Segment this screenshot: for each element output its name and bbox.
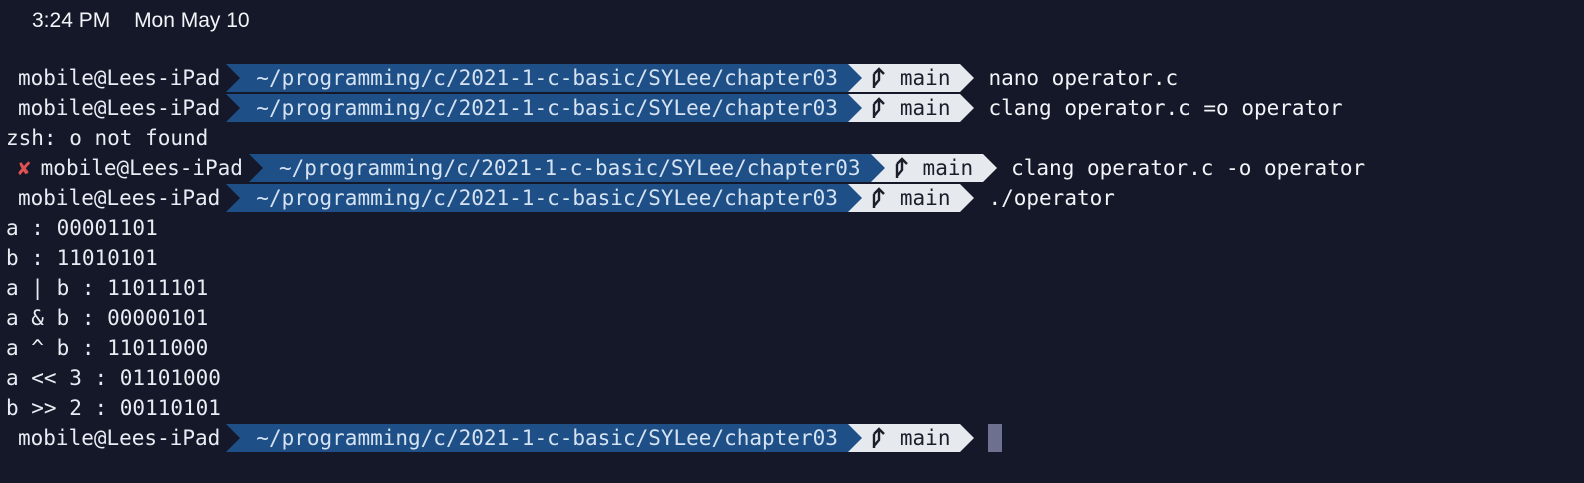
prompt-path: ~/programming/c/2021-1-c-basic/SYLee/cha… [240, 184, 848, 212]
git-branch-icon [872, 67, 885, 88]
prompt-context: mobile@Lees-iPad [0, 64, 227, 92]
git-branch-name: main [899, 66, 951, 90]
prompt-context: mobile@Lees-iPad [0, 424, 227, 452]
prompt-git: main [861, 64, 961, 92]
output-line: zsh: o not found [6, 126, 209, 150]
prompt-separator [226, 64, 241, 92]
prompt-separator [226, 424, 241, 452]
git-branch-name: main [899, 426, 951, 450]
command-text: nano operator.c [988, 66, 1179, 90]
prompt-separator [847, 184, 862, 212]
status-bar: 3:24 PM Mon May 10 [32, 9, 268, 37]
prompt-git: main [861, 94, 961, 122]
prompt-line-active: mobile@Lees-iPad ~/programming/c/2021-1-… [0, 423, 1584, 453]
prompt-path: ~/programming/c/2021-1-c-basic/SYLee/cha… [262, 154, 871, 182]
prompt-path: ~/programming/c/2021-1-c-basic/SYLee/cha… [240, 64, 848, 92]
output-line: a & b : 00000101 [6, 306, 209, 330]
prompt-line: mobile@Lees-iPad ~/programming/c/2021-1-… [0, 93, 1584, 123]
command-text: ./operator [988, 186, 1115, 210]
error-cross-icon: ✘ [18, 156, 31, 180]
output-line: b : 11010101 [6, 246, 158, 270]
prompt-line: mobile@Lees-iPad ~/programming/c/2021-1-… [0, 183, 1584, 213]
prompt-separator [960, 424, 975, 452]
prompt-line: mobile@Lees-iPad ~/programming/c/2021-1-… [0, 63, 1584, 93]
prompt-separator [847, 64, 862, 92]
output-line: a ^ b : 11011000 [6, 336, 209, 360]
command-text: clang operator.c =o operator [988, 96, 1343, 120]
status-time: 3:24 PM [32, 9, 111, 32]
terminal-window[interactable]: mobile@Lees-iPad ~/programming/c/2021-1-… [0, 63, 1584, 453]
prompt-git: main [861, 424, 961, 452]
git-branch-icon [872, 187, 885, 208]
git-branch-icon [872, 427, 885, 448]
command-text: clang operator.c -o operator [1011, 156, 1366, 180]
prompt-git: main [861, 184, 961, 212]
prompt-separator [847, 424, 862, 452]
prompt-separator [226, 184, 241, 212]
git-branch-name: main [922, 156, 974, 180]
output-line: a | b : 11011101 [6, 276, 209, 300]
prompt-separator [248, 154, 263, 182]
prompt-context: mobile@Lees-iPad [0, 184, 227, 212]
prompt-separator [847, 94, 862, 122]
output-line: b >> 2 : 00110101 [6, 396, 221, 420]
git-branch-name: main [899, 186, 951, 210]
prompt-context: ✘ mobile@Lees-iPad [0, 154, 249, 182]
output-line: a : 00001101 [6, 216, 158, 240]
git-branch-icon [872, 97, 885, 118]
prompt-separator [870, 154, 885, 182]
prompt-separator [226, 94, 241, 122]
prompt-path: ~/programming/c/2021-1-c-basic/SYLee/cha… [240, 424, 848, 452]
prompt-git: main [884, 154, 984, 182]
git-branch-name: main [899, 96, 951, 120]
prompt-context: mobile@Lees-iPad [0, 94, 227, 122]
terminal-cursor[interactable] [988, 424, 1003, 452]
prompt-separator [960, 184, 975, 212]
prompt-separator [960, 94, 975, 122]
prompt-line-error: ✘ mobile@Lees-iPad ~/programming/c/2021-… [0, 153, 1584, 183]
prompt-separator [960, 64, 975, 92]
prompt-path: ~/programming/c/2021-1-c-basic/SYLee/cha… [240, 94, 848, 122]
git-branch-icon [895, 157, 908, 178]
prompt-separator [983, 154, 998, 182]
status-date: Mon May 10 [134, 9, 250, 32]
output-line: a << 3 : 01101000 [6, 366, 221, 390]
